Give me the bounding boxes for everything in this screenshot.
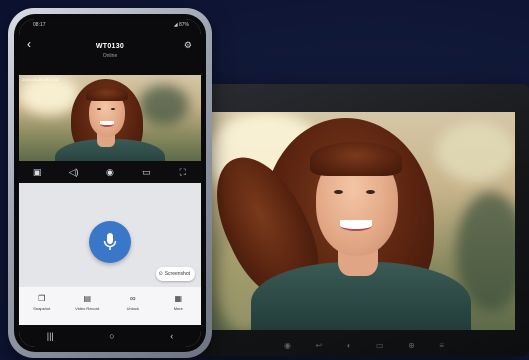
status-icons: ◢ 87% xyxy=(173,22,189,28)
device-title: WT0130 xyxy=(95,43,125,50)
monitor-button-row: ◉ ↩ ◐ ▭ ⊕ ≡ xyxy=(284,340,444,352)
monitor-button-2[interactable]: ◐ xyxy=(347,340,352,352)
monitor-button-0[interactable]: ◉ xyxy=(284,340,291,352)
screenshot-label: Screenshot xyxy=(164,271,190,277)
talk-button[interactable] xyxy=(89,221,131,263)
back-nav-icon[interactable]: ‹ xyxy=(170,331,173,341)
app-header: ‹ WT0130 Online ⚙ xyxy=(19,31,201,75)
microphone-icon xyxy=(103,233,117,250)
talk-panel: ⊙ Screenshot xyxy=(19,183,201,287)
phone-bezel: 08:17 ◢ 87% ‹ WT0130 Online ⚙ 2024-03-16… xyxy=(14,14,206,352)
nav-more[interactable]: ▦ More xyxy=(160,293,196,311)
monitor-button-1[interactable]: ↩ xyxy=(315,340,322,352)
visitor-video-feed xyxy=(206,112,515,330)
camera-icon[interactable]: ◉ xyxy=(100,167,120,178)
monitor-button-5[interactable]: ≡ xyxy=(439,340,444,352)
bottom-nav: ❒ Snapshot ▤ Video Record ∞ Unlock ▦ Mor… xyxy=(19,287,201,325)
monitor-button-3[interactable]: ▭ xyxy=(376,340,384,352)
snapshot-icon: ❒ xyxy=(38,294,46,303)
video-control-bar: ▣ ◁) ◉ ▭ ⛶ xyxy=(19,161,201,183)
visitor-video-thumbnail xyxy=(19,75,201,161)
nav-video-record[interactable]: ▤ Video Record xyxy=(69,293,105,311)
live-video[interactable]: 2024-03-16 08:17:32 xyxy=(19,75,201,161)
more-icon: ▦ xyxy=(174,294,183,303)
settings-icon[interactable]: ⚙ xyxy=(184,40,192,51)
smartphone: 08:17 ◢ 87% ‹ WT0130 Online ⚙ 2024-03-16… xyxy=(8,8,212,358)
recent-apps-icon[interactable]: ||| xyxy=(47,331,54,341)
nav-snapshot[interactable]: ❒ Snapshot xyxy=(24,293,60,311)
unlock-icon: ∞ xyxy=(129,294,136,303)
screen-icon[interactable]: ▣ xyxy=(27,167,47,178)
monitor-button-4[interactable]: ⊕ xyxy=(408,340,415,352)
screenshot-icon: ⊙ xyxy=(158,271,163,277)
monitor-screen xyxy=(206,112,515,330)
system-nav-bar: ||| ○ ‹ xyxy=(19,325,201,347)
screenshot-chip[interactable]: ⊙ Screenshot xyxy=(155,267,195,281)
nav-label: Video Record xyxy=(75,306,100,311)
fullscreen-icon[interactable]: ⛶ xyxy=(173,167,193,178)
nav-label: More xyxy=(173,306,183,311)
video-timestamp: 2024-03-16 08:17:32 xyxy=(22,77,60,82)
video-record-icon: ▤ xyxy=(83,294,92,303)
nav-label: Unlock xyxy=(126,306,139,311)
status-time: 08:17 xyxy=(33,22,46,28)
device-status: Online xyxy=(102,53,118,59)
indoor-monitor: ◉ ↩ ◐ ▭ ⊕ ≡ xyxy=(196,84,529,356)
phone-screen: 08:17 ◢ 87% ‹ WT0130 Online ⚙ 2024-03-16… xyxy=(19,19,201,347)
nav-unlock[interactable]: ∞ Unlock xyxy=(115,293,151,311)
home-icon[interactable]: ○ xyxy=(109,331,114,341)
record-icon[interactable]: ▭ xyxy=(136,167,156,178)
nav-label: Snapshot xyxy=(33,306,51,311)
speaker-icon[interactable]: ◁) xyxy=(64,167,84,178)
status-bar: 08:17 ◢ 87% xyxy=(19,19,201,31)
